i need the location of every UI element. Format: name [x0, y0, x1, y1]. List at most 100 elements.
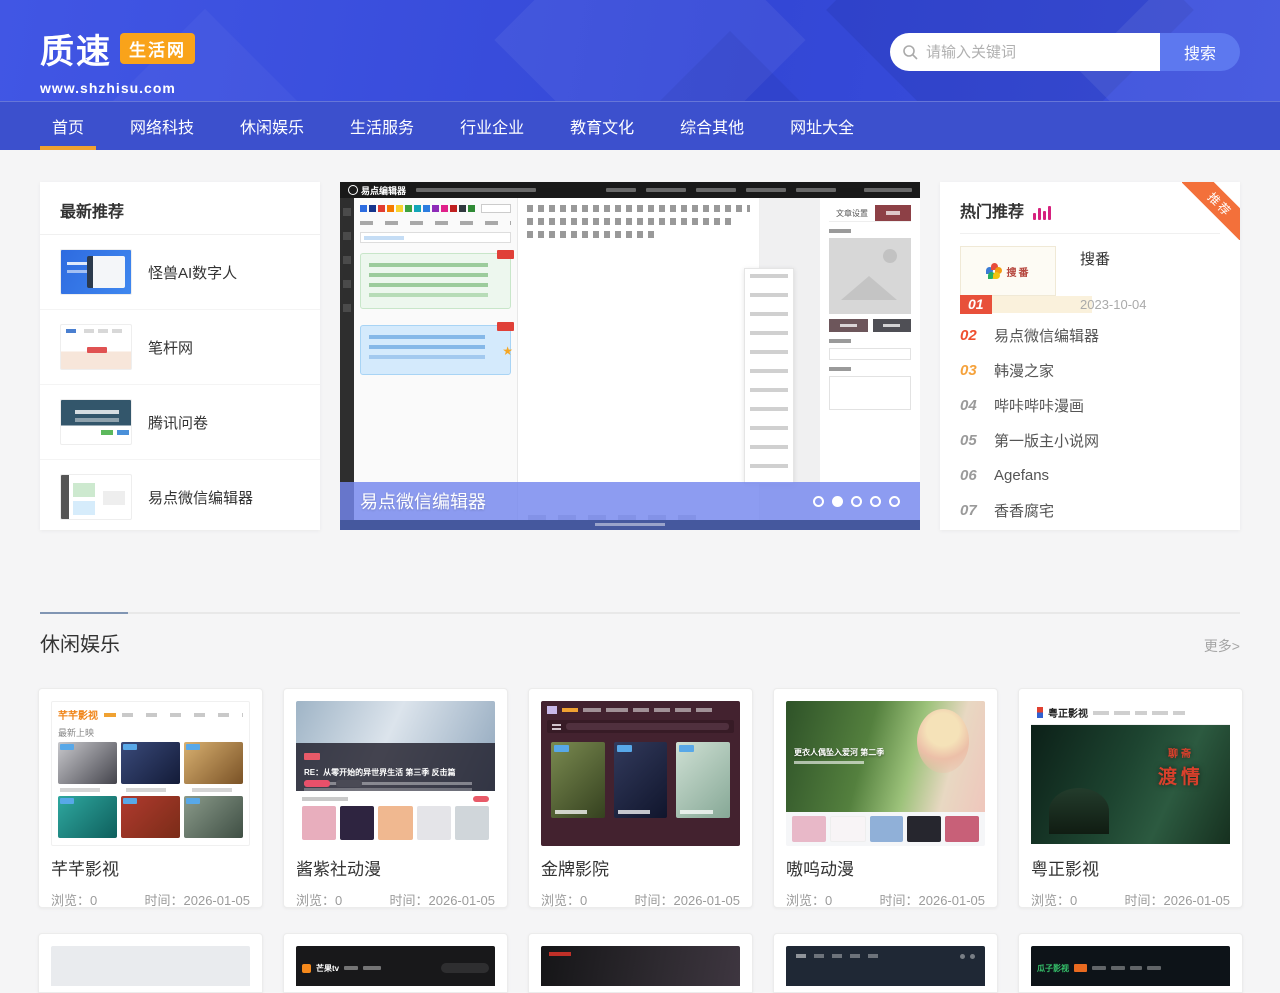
- editor-logo: 易点编辑器: [348, 184, 406, 197]
- card-title: 金牌影院: [541, 855, 740, 880]
- carousel-dot-active[interactable]: [832, 496, 843, 507]
- carousel-dot[interactable]: [851, 496, 862, 507]
- card-grid-row2: 芒果tv 瓜子影视: [38, 933, 1243, 993]
- card-title: 酱紫社动漫: [296, 855, 495, 880]
- thumb-logo-text: 瓜子影视: [1037, 963, 1069, 974]
- card-grid: 芊芊影视 最新上映 芊芊影视 浏览：0 时间：2026-01-05 RE: [38, 688, 1243, 908]
- search-box[interactable]: [890, 33, 1160, 71]
- thumb-banner-text: 更衣人偶坠入爱河 第二季: [794, 747, 884, 758]
- thumb-logo-text: 粤正影视: [1048, 705, 1088, 720]
- list-item[interactable]: 腾讯问卷: [40, 385, 320, 460]
- site-card[interactable]: [528, 933, 753, 993]
- nav-item-entertainment[interactable]: 休闲娱乐: [240, 102, 304, 150]
- logo-text: 质速: [40, 24, 112, 73]
- latest-item-label: 腾讯问卷: [148, 412, 208, 433]
- site-card-aowu[interactable]: 更衣人偶坠入爱河 第二季 嗷呜动漫 浏览：0 时间：2026-01-05: [773, 688, 998, 908]
- carousel-dot[interactable]: [889, 496, 900, 507]
- nav-item-sites[interactable]: 网址大全: [790, 102, 854, 150]
- site-card[interactable]: [38, 933, 263, 993]
- site-card-jiangzishe[interactable]: RE：从零开始的异世界生活 第三季 反击篇 酱紫社动漫 浏览：0 时间：2026…: [283, 688, 508, 908]
- nav-item-education[interactable]: 教育文化: [570, 102, 634, 150]
- list-item[interactable]: 怪兽AI数字人: [40, 235, 320, 310]
- thumb-logo-text: 芊芊影视: [58, 707, 98, 722]
- thumb-banner-text: RE：从零开始的异世界生活 第三季 反击篇: [304, 767, 487, 778]
- hot-item-title: 香香腐宅: [994, 500, 1054, 521]
- thumb-logo-mark: [1037, 707, 1043, 718]
- toolbar-dash: [527, 218, 732, 225]
- site-card-guazi[interactable]: 瓜子影视: [1018, 933, 1243, 993]
- template-card-blue: [360, 325, 511, 375]
- hot-item[interactable]: 05 第一版主小说网: [960, 423, 1220, 458]
- style-search-dash: [360, 232, 511, 243]
- site-card-jinpai[interactable]: 金牌影院 浏览：0 时间：2026-01-05: [528, 688, 753, 908]
- card-title: 粤正影视: [1031, 855, 1230, 880]
- hot-item[interactable]: 04 哔咔哔咔漫画: [960, 388, 1220, 423]
- hot-item-title: 哔咔哔咔漫画: [994, 395, 1084, 416]
- editor-nav-dash: [796, 188, 836, 192]
- nav-item-life[interactable]: 生活服务: [350, 102, 414, 150]
- card-views: 浏览：0: [296, 890, 342, 909]
- nav-item-home[interactable]: 首页: [52, 102, 84, 150]
- card-views: 浏览：0: [541, 890, 587, 909]
- thumb-logo-text: 芒果tv: [316, 963, 339, 974]
- site-thumbnail: [60, 249, 132, 295]
- search-button[interactable]: 搜索: [1160, 33, 1240, 71]
- hot-item-title: Agefans: [994, 467, 1049, 484]
- nav-item-industry[interactable]: 行业企业: [460, 102, 524, 150]
- thumb-desc-dash: [794, 761, 864, 764]
- carousel-dot[interactable]: [870, 496, 881, 507]
- carousel[interactable]: 易点编辑器: [340, 182, 920, 530]
- logo-badge: 生活网: [120, 33, 195, 64]
- thumb-hot-tag: [1074, 964, 1087, 972]
- search-input[interactable]: [926, 44, 1148, 61]
- site-logo[interactable]: 质速 生活网 www.shzhisu.com: [40, 24, 195, 96]
- search-bar: 搜索: [890, 33, 1240, 71]
- carousel-dot[interactable]: [813, 496, 824, 507]
- rank-number: 03: [960, 362, 994, 379]
- latest-item-label: 易点微信编辑器: [148, 487, 253, 508]
- thumb-logo-mark: [547, 706, 557, 714]
- summary-label-dash: [829, 367, 851, 371]
- editor-settings-panel: 文章设置: [820, 198, 920, 530]
- list-item[interactable]: 笔杆网: [40, 310, 320, 385]
- site-thumbnail: 芊芊影视 最新上映: [51, 701, 250, 846]
- choose-cover-button: [829, 319, 868, 332]
- card-title: 嗷呜动漫: [786, 855, 985, 880]
- thumb-banner-title: 聊斋 渡情: [1158, 745, 1204, 789]
- rank-number: 04: [960, 397, 994, 414]
- hot-panel: 推荐 热门推荐 搜番 01 搜番 2023-10-04 02 易点微信编辑器 0…: [940, 182, 1240, 530]
- thumb-rowhead-pill: [473, 796, 489, 802]
- site-card-mango[interactable]: 芒果tv: [283, 933, 508, 993]
- list-item[interactable]: 易点微信编辑器: [40, 460, 320, 534]
- hot-featured-item[interactable]: 搜番 01 搜番 2023-10-04: [960, 246, 1220, 318]
- section-title: 休闲娱乐: [40, 628, 1240, 657]
- site-card-yuezheng[interactable]: 粤正影视 聊斋 渡情 粤正影视 浏览：0 时间：2026-01-05: [1018, 688, 1243, 908]
- site-thumbnail: 芒果tv: [296, 946, 495, 986]
- editor-canvas: [518, 198, 760, 530]
- hot-item-title: 搜番: [1080, 248, 1110, 269]
- site-card[interactable]: [773, 933, 998, 993]
- latest-title: 最新推荐: [40, 182, 320, 235]
- nav-item-tech[interactable]: 网络科技: [130, 102, 194, 150]
- site-card-qianqian[interactable]: 芊芊影视 最新上映 芊芊影视 浏览：0 时间：2026-01-05: [38, 688, 263, 908]
- carousel-dots: [813, 496, 900, 507]
- editor-nav-dash: [696, 188, 736, 192]
- thumb-section-label: 最新上映: [52, 725, 249, 742]
- rank-badge: 01: [960, 295, 992, 314]
- nav-item-other[interactable]: 综合其他: [680, 102, 744, 150]
- settings-tab: 文章设置: [829, 205, 875, 221]
- recommend-ribbon: 推荐: [1182, 182, 1240, 240]
- hot-item[interactable]: 03 韩漫之家: [960, 353, 1220, 388]
- site-thumbnail: 瓜子影视: [1031, 946, 1230, 986]
- hot-item[interactable]: 02 易点微信编辑器: [960, 318, 1220, 353]
- search-icon: [902, 44, 918, 60]
- hot-item[interactable]: 07 香香腐宅: [960, 493, 1220, 528]
- settings-tab-dark: [875, 205, 911, 221]
- more-link[interactable]: 更多>: [1204, 636, 1240, 656]
- card-views: 浏览：0: [1031, 890, 1077, 909]
- ribbon-label: 推荐: [1182, 182, 1240, 240]
- hot-item[interactable]: 06 Agefans: [960, 458, 1220, 493]
- hot-item[interactable]: 08 BL之家: [960, 528, 1220, 530]
- sofan-logo-text: 搜番: [1007, 264, 1031, 279]
- thumb-caption-dash: [60, 788, 241, 792]
